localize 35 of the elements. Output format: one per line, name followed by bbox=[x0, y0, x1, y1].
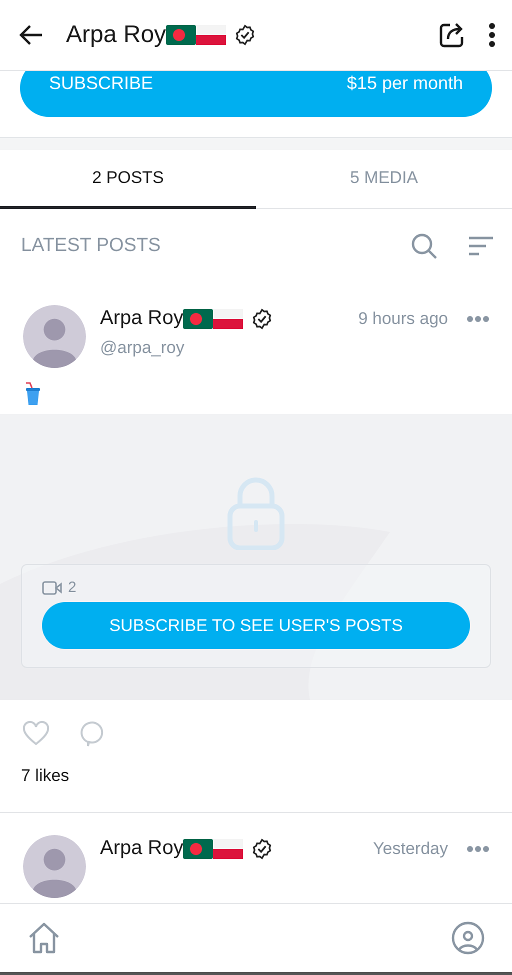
menu-button[interactable] bbox=[488, 22, 496, 48]
avatar[interactable] bbox=[23, 835, 86, 898]
tab[interactable]: 2 POSTS bbox=[0, 150, 256, 209]
post-time: 9 hours ago bbox=[358, 308, 448, 328]
more-icon[interactable] bbox=[466, 844, 490, 852]
share-button[interactable] bbox=[438, 21, 466, 49]
post-time: Yesterday bbox=[373, 838, 448, 858]
video-icon bbox=[42, 580, 62, 594]
sort-icon[interactable] bbox=[468, 235, 494, 257]
search-icon[interactable] bbox=[410, 232, 438, 260]
verified-icon bbox=[251, 308, 274, 330]
tab[interactable]: 5 MEDIA bbox=[256, 150, 512, 209]
poland-flag-icon bbox=[213, 838, 244, 858]
subscribe-posts-button[interactable]: SUBSCRIBE TO SEE USER'S POSTS bbox=[42, 602, 470, 649]
section-title: LATEST POSTS bbox=[21, 235, 162, 257]
profile-icon[interactable] bbox=[450, 920, 486, 956]
cup-icon bbox=[24, 382, 42, 406]
verified-icon bbox=[251, 838, 274, 860]
heart-icon[interactable] bbox=[22, 720, 50, 748]
avatar[interactable] bbox=[23, 305, 86, 368]
author-handle[interactable]: @arpa_roy bbox=[100, 338, 490, 358]
poland-flag-icon bbox=[196, 25, 226, 45]
bangladesh-flag-icon bbox=[183, 838, 214, 858]
poland-flag-icon bbox=[213, 308, 244, 328]
likes-count: 7 likes bbox=[20, 765, 70, 787]
author-name[interactable]: Arpa Roy bbox=[100, 837, 184, 860]
more-icon[interactable] bbox=[466, 314, 490, 322]
back-button[interactable] bbox=[18, 24, 44, 46]
bangladesh-flag-icon bbox=[166, 25, 196, 45]
author-name[interactable]: Arpa Roy bbox=[100, 307, 184, 330]
profile-name: Arpa Roy bbox=[66, 21, 166, 49]
video-count: 2 bbox=[68, 579, 76, 596]
bangladesh-flag-icon bbox=[183, 308, 214, 328]
verified-icon bbox=[234, 24, 256, 46]
subscribe-button[interactable]: SUBSCRIBE $15 per month bbox=[20, 71, 492, 117]
